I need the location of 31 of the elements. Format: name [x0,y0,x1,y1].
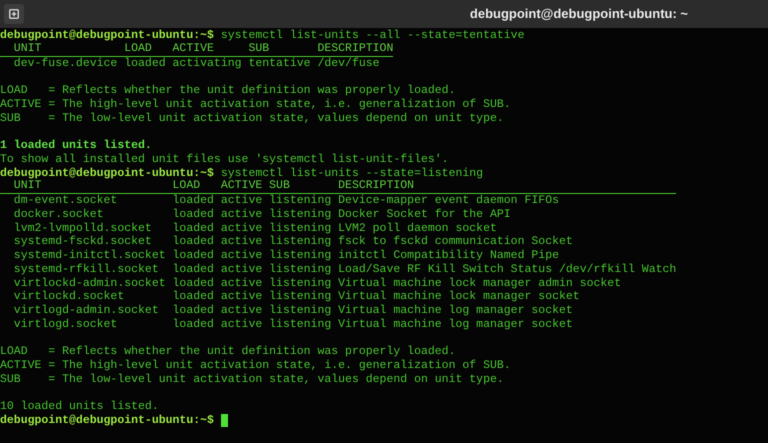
prompt: debugpoint@debugpoint-ubuntu:~$ [0,166,214,180]
column-header: UNIT LOAD ACTIVE SUB DESCRIPTION [0,180,676,194]
output-line: SUB = The low-level unit activation state, values depend on unit type. [0,112,504,126]
prompt: debugpoint@debugpoint-ubuntu:~$ [0,414,214,428]
output-line: To show all installed unit files use 'systemctl list-unit-files'. [0,152,449,166]
table-row-text: systemd-fsckd.socket loaded active listening fsck to fsckd communication Socket [12,235,573,249]
output-line: ACTIVE = The high-level unit activation state, i.e. generalization of SUB. [0,359,511,373]
table-row-text: virtlogd.socket loaded active listening Virtual machine log manager socket [12,318,573,332]
cursor [220,414,228,427]
output-line: ACTIVE = The high-level unit activation state, i.e. generalization of SUB. [0,98,511,112]
table-row-text: lvm2-lvmpolld.socket loaded active listening LVM2 poll daemon socket [12,222,497,236]
table-row-text: systemd-initctl.socket loaded active listening initctl Compatibility Named Pipe [12,249,559,263]
output-line: 1 loaded units listed. [0,139,152,153]
table-row-text: docker.socket loaded active listening Docker Socket for the API [12,208,511,222]
output-line: LOAD = Reflects whether the unit definition was properly loaded. [0,84,456,98]
output-line: SUB = The low-level unit activation state, values depend on unit type. [0,372,504,386]
table-row-text: dm-event.socket loaded active listening Device-mapper event daemon FIFOs [12,194,559,208]
window-title: debugpoint@debugpoint-ubuntu: ~ [470,5,688,24]
table-row-text: dev-fuse.device loaded activating tentative /dev/fuse [12,56,380,70]
table-row-text: virtlockd-admin.socket loaded active listening Virtual machine lock manager admin socket [12,276,622,290]
command-text: systemctl list-units --state=listening [220,166,484,180]
output-line: 10 loaded units listed. [0,400,159,414]
prompt: debugpoint@debugpoint-ubuntu:~$ [0,29,214,43]
table-row-text: systemd-rfkill.socket loaded active listening Load/Save RF Kill Switch Status /dev/rfkill Watch [12,262,676,276]
output-line: LOAD = Reflects whether the unit definition was properly loaded. [0,345,456,359]
new-tab-button[interactable] [4,4,24,24]
command-text: systemctl list-units --all --state=tentative [220,29,524,43]
column-header: UNIT LOAD ACTIVE SUB DESCRIPTION [0,42,394,56]
new-tab-icon [9,9,19,19]
table-row-text: virtlockd.socket loaded active listening Virtual machine lock manager socket [12,290,580,304]
table-row-text: virtlogd-admin.socket loaded active listening Virtual machine log manager socket [12,304,573,318]
